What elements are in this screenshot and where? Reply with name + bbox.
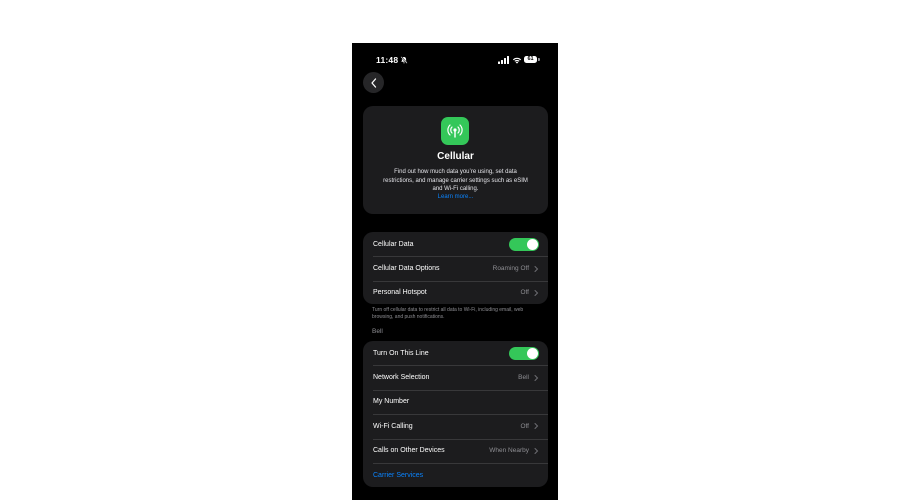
cellular-info-card: Cellular Find out how much data you’re u… xyxy=(363,106,548,214)
calls-on-other-devices-row[interactable]: Calls on Other Devices When Nearby xyxy=(363,438,548,463)
row-label: Wi-Fi Calling xyxy=(373,422,413,430)
chevron-right-icon xyxy=(534,423,539,430)
cellular-data-row: Cellular Data xyxy=(363,232,548,256)
cellular-data-toggle[interactable] xyxy=(509,237,539,251)
row-label: Network Selection xyxy=(373,374,430,382)
wifi-calling-row[interactable]: Wi-Fi Calling Off xyxy=(363,414,548,438)
cellular-app-icon xyxy=(441,117,469,145)
battery-icon: 61 xyxy=(524,56,540,64)
network-selection-row[interactable]: Network Selection Bell xyxy=(363,365,548,389)
cellular-settings-group: Cellular Data Cellular Data Options Roam… xyxy=(363,232,548,304)
row-label: Cellular Data Options xyxy=(373,265,440,273)
chevron-left-icon xyxy=(370,77,376,88)
section-header-carrier: Bell xyxy=(372,328,383,335)
learn-more-link[interactable]: Learn more... xyxy=(363,194,548,200)
back-button[interactable] xyxy=(363,72,384,93)
bell-slash-icon xyxy=(400,56,408,64)
row-label: Cellular Data xyxy=(373,240,414,248)
chevron-right-icon xyxy=(534,447,539,454)
status-bar: 11:48 61 xyxy=(352,53,558,67)
cellular-data-options-row[interactable]: Cellular Data Options Roaming Off xyxy=(363,256,548,280)
chevron-right-icon xyxy=(534,374,539,381)
row-value: Off xyxy=(520,422,529,430)
wifi-icon xyxy=(512,57,522,64)
hero-description: Find out how much data you’re using, set… xyxy=(383,169,528,192)
row-value: Off xyxy=(520,289,529,297)
turn-on-line-toggle[interactable] xyxy=(509,346,539,360)
antenna-icon xyxy=(447,124,463,138)
my-number-row[interactable]: My Number xyxy=(363,389,548,414)
chevron-right-icon xyxy=(534,265,539,272)
signal-icon xyxy=(498,56,509,64)
row-label: Calls on Other Devices xyxy=(373,447,445,455)
carrier-services-row[interactable]: Carrier Services xyxy=(363,462,548,487)
row-label: My Number xyxy=(373,398,410,406)
row-label: Turn On This Line xyxy=(373,349,429,357)
carrier-services-link[interactable]: Carrier Services xyxy=(373,472,539,479)
row-value: Bell xyxy=(518,374,529,382)
turn-on-line-row: Turn On This Line xyxy=(363,341,548,365)
page-title: Cellular xyxy=(437,151,474,162)
row-value: When Nearby xyxy=(489,447,529,455)
cellular-data-footer-note: Turn off cellular data to restrict all d… xyxy=(372,307,524,320)
phone-screen: 11:48 61 Cellular Find out how much data… xyxy=(352,43,558,500)
battery-level: 61 xyxy=(524,56,537,63)
carrier-settings-group: Turn On This Line Network Selection Bell… xyxy=(363,341,548,487)
row-label: Personal Hotspot xyxy=(373,289,427,297)
status-time: 11:48 xyxy=(376,55,399,65)
personal-hotspot-row[interactable]: Personal Hotspot Off xyxy=(363,280,548,304)
row-value: Roaming Off xyxy=(492,265,529,273)
chevron-right-icon xyxy=(534,289,539,296)
